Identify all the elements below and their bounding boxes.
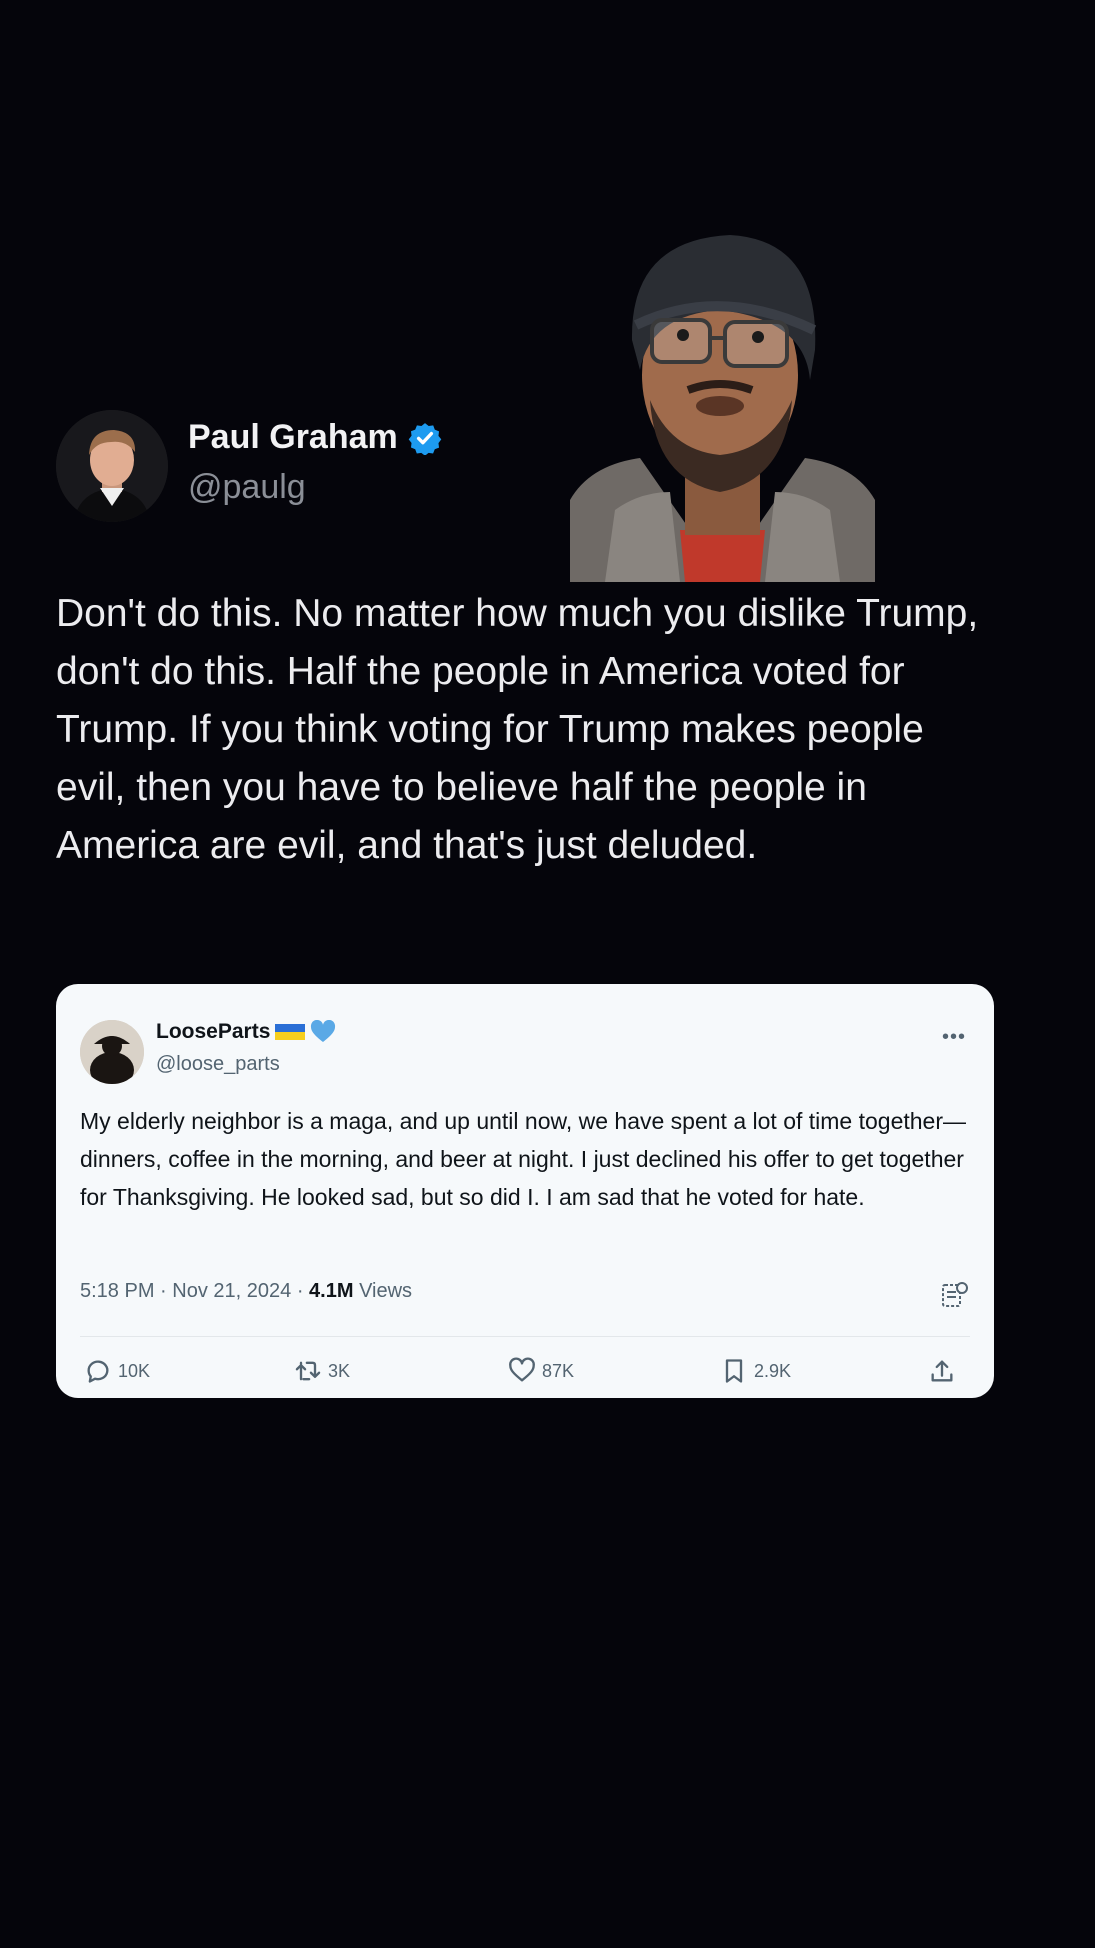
repost-count: 3K (328, 1360, 351, 1381)
more-options-icon[interactable]: ••• (942, 1026, 966, 1049)
repost-icon (295, 1361, 321, 1381)
bookmark-count: 2.9K (754, 1360, 792, 1381)
tweet-actions-bar: 10K 3K 87K 2.9K (56, 1344, 994, 1398)
tweet-text: Don't do this. No matter how much you di… (56, 592, 979, 867)
heart-icon (509, 1357, 535, 1382)
bookmark-icon (725, 1359, 743, 1383)
like-count: 87K (542, 1360, 575, 1381)
quoted-author-name-row[interactable]: LooseParts (156, 1020, 336, 1044)
screenshot-page: Paul Graham @paulg Don't do this. No mat… (0, 0, 1095, 1948)
reply-icon (87, 1360, 109, 1383)
ukraine-flag-icon (275, 1024, 306, 1040)
verified-badge-icon (408, 422, 442, 455)
author-handle[interactable]: @paulg (188, 468, 306, 507)
quoted-tweet-text: My elderly neighbor is a maga, and up un… (80, 1108, 967, 1210)
author-avatar[interactable] (56, 410, 168, 522)
tweet-date[interactable]: Nov 21, 2024 (172, 1280, 291, 1302)
reply-button[interactable]: 10K (84, 1344, 150, 1398)
quoted-tweet-card[interactable]: LooseParts @loose_parts ••• My elderly n… (56, 984, 994, 1398)
bookmark-button[interactable]: 2.9K (720, 1344, 791, 1398)
repost-button[interactable]: 3K (294, 1344, 350, 1398)
share-button[interactable] (928, 1344, 956, 1398)
grok-analyze-icon[interactable] (940, 1280, 970, 1310)
tweet-time[interactable]: 5:18 PM (80, 1280, 154, 1302)
share-icon (931, 1360, 953, 1382)
author-name-row[interactable]: Paul Graham (188, 418, 442, 457)
blue-heart-icon (311, 1020, 336, 1042)
quoted-author-name[interactable]: LooseParts (156, 1020, 270, 1044)
views-count: 4.1M (309, 1280, 354, 1302)
reply-count: 10K (118, 1360, 151, 1381)
quoted-author-avatar[interactable] (80, 1020, 144, 1084)
views-label: Views (359, 1280, 413, 1302)
reaction-sticker-image (570, 235, 875, 582)
quoted-tweet-meta: 5:18 PM · Nov 21, 2024 · 4.1M Views (80, 1280, 413, 1302)
author-name[interactable]: Paul Graham (188, 418, 398, 457)
quoted-author-handle[interactable]: @loose_parts (156, 1053, 280, 1076)
divider (80, 1336, 970, 1337)
like-button[interactable]: 87K (508, 1344, 574, 1398)
